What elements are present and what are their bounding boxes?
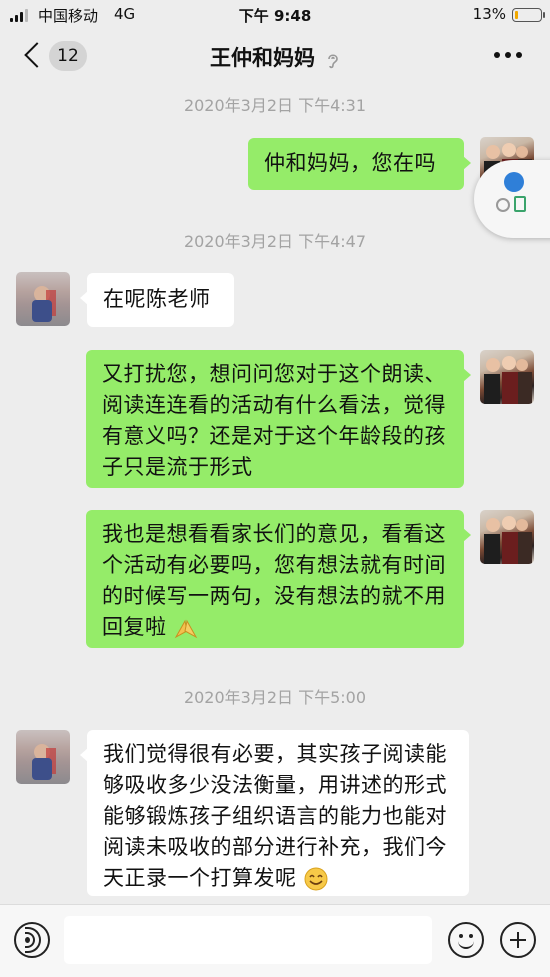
message-bubble-received[interactable]: 在呢陈老师 xyxy=(80,273,234,327)
battery-icon xyxy=(512,8,545,22)
status-bar: 中国移动 4G 下午 9:48 13% xyxy=(0,0,550,30)
contact-avatar[interactable] xyxy=(16,272,70,326)
message-text: 仲和妈妈，您在吗 xyxy=(264,151,436,175)
praying-hands-emoji xyxy=(174,619,197,639)
floating-widget[interactable] xyxy=(474,160,550,238)
message-bubble-sent[interactable]: 我也是想看看家长们的意见，看看这个活动有必要吗，您有想法就有时间的时候写一两句，… xyxy=(86,510,471,648)
input-bar xyxy=(0,904,550,977)
message-text: 在呢陈老师 xyxy=(103,287,211,311)
message-bubble-received[interactable]: 我们觉得很有必要，其实孩子阅读能够吸收多少没法衡量，用讲述的形式能够锻炼孩子组织… xyxy=(80,730,469,896)
more-dots-icon[interactable] xyxy=(494,52,522,60)
link-icon xyxy=(493,195,513,215)
plus-icon[interactable] xyxy=(500,922,536,958)
battery-percent: 13% xyxy=(472,5,506,23)
my-avatar[interactable] xyxy=(480,510,534,564)
emoji-icon[interactable] xyxy=(448,922,484,958)
timestamp: 2020年3月2日 下午4:47 xyxy=(183,232,367,251)
chat-header: 12 王仲和妈妈 xyxy=(0,30,550,84)
timestamp: 2020年3月2日 下午4:31 xyxy=(183,96,367,115)
message-input[interactable] xyxy=(64,916,432,964)
my-avatar[interactable] xyxy=(480,350,534,404)
message-text: 又打扰您，想问问您对于这个朗读、阅读连连看的活动有什么看法，觉得有意义吗？还是对… xyxy=(102,362,446,479)
document-icon xyxy=(514,196,526,212)
voice-icon[interactable] xyxy=(14,922,50,958)
message-text: 我也是想看看家长们的意见，看看这个活动有必要吗，您有想法就有时间的时候写一两句，… xyxy=(102,522,446,639)
message-bubble-sent[interactable]: 又打扰您，想问问您对于这个朗读、阅读连连看的活动有什么看法，觉得有意义吗？还是对… xyxy=(86,350,471,488)
chat-title: 王仲和妈妈 xyxy=(209,46,315,70)
earpiece-icon xyxy=(328,53,338,68)
title-area: 王仲和妈妈 xyxy=(0,42,550,72)
message-text: 我们觉得很有必要，其实孩子阅读能够吸收多少没法衡量，用讲述的形式能够锻炼孩子组织… xyxy=(103,742,447,890)
avatar-dot-icon xyxy=(504,172,524,192)
clock: 下午 9:48 xyxy=(238,7,312,25)
contact-avatar[interactable] xyxy=(16,730,70,784)
message-bubble-sent[interactable]: 仲和妈妈，您在吗 xyxy=(248,138,471,190)
smiling-face-emoji xyxy=(304,867,328,891)
timestamp: 2020年3月2日 下午5:00 xyxy=(183,688,367,707)
